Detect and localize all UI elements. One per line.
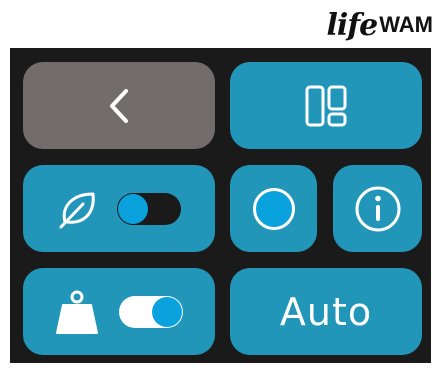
auto-button-label: Auto [279,289,373,334]
chevron-left-icon [110,88,128,123]
weight-toggle-knob [152,296,182,327]
brand-logo-script: life [326,7,378,43]
leaf-icon [59,192,95,228]
layout-grid-icon [305,85,347,126]
eco-mode-toggle[interactable] [117,192,181,225]
info-button[interactable] [333,165,422,252]
weight-button[interactable] [23,268,215,355]
color-dot-icon [252,187,295,230]
layout-button[interactable] [230,62,422,149]
brand-logo: life WAM [326,6,433,44]
brand-logo-word: WAM [379,12,433,37]
info-icon [355,186,400,231]
auto-button[interactable]: Auto [230,268,422,355]
weight-toggle[interactable] [119,295,183,328]
control-panel: Auto [10,48,431,363]
back-button[interactable] [23,62,215,149]
eco-mode-button[interactable] [23,165,215,252]
weight-icon [56,290,98,334]
eco-mode-toggle-knob [118,193,148,224]
color-button[interactable] [230,165,317,252]
